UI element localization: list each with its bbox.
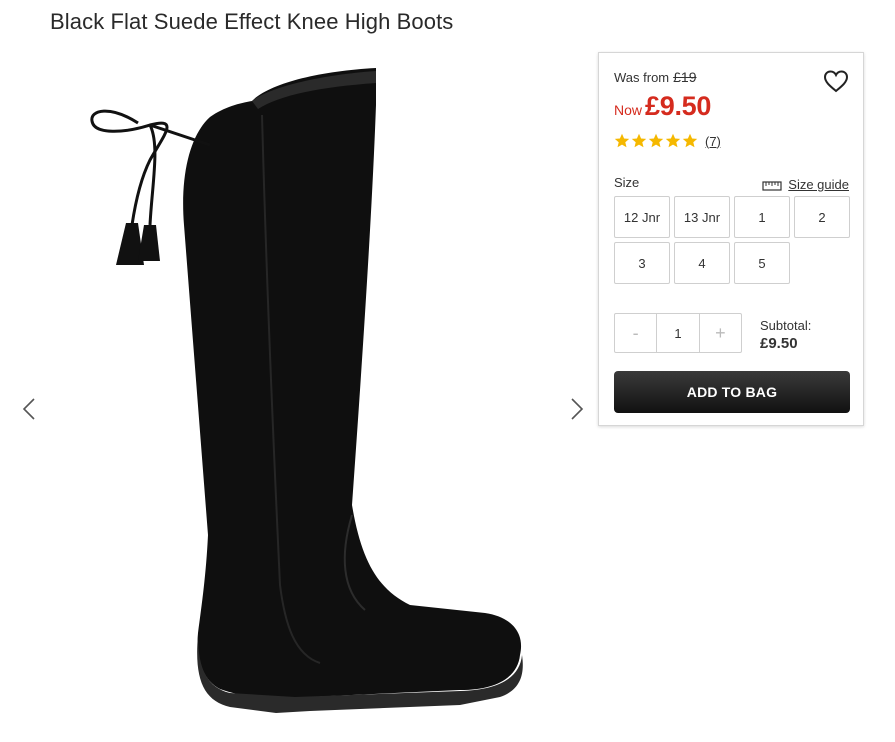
- rating: (7): [614, 133, 721, 149]
- now-value: £9.50: [645, 91, 712, 121]
- was-price: Was from £19: [614, 69, 697, 85]
- now-price: Now £9.50: [614, 91, 711, 122]
- size-option-3[interactable]: 3: [614, 242, 670, 284]
- size-guide-link[interactable]: Size guide: [762, 177, 849, 192]
- subtotal-label: Subtotal:: [760, 318, 812, 333]
- review-count-link[interactable]: (7): [705, 134, 721, 149]
- size-option-1[interactable]: 1: [734, 196, 790, 238]
- size-option-2[interactable]: 2: [794, 196, 850, 238]
- subtotal: Subtotal: £9.50: [760, 317, 811, 353]
- chevron-right-icon: [571, 398, 584, 420]
- now-label: Now: [614, 102, 643, 118]
- was-label: Was from: [614, 70, 670, 85]
- size-options: 12 Jnr 13 Jnr 1 2 3 4 5: [614, 196, 852, 284]
- quantity-stepper: - 1 +: [614, 313, 742, 353]
- size-guide-label: Size guide: [788, 177, 849, 192]
- quantity-increase-button[interactable]: +: [700, 314, 741, 352]
- size-option-5[interactable]: 5: [734, 242, 790, 284]
- boot-product-image: [90, 68, 523, 713]
- subtotal-value: £9.50: [760, 335, 798, 352]
- gallery-next-button[interactable]: [562, 389, 592, 429]
- quantity-value[interactable]: 1: [656, 314, 700, 352]
- purchase-panel: Was from £19 Now £9.50 (7) Size Size guide…: [598, 52, 864, 426]
- chevron-left-icon: [22, 398, 35, 420]
- was-value: £19: [673, 69, 697, 85]
- gallery-prev-button[interactable]: [14, 389, 44, 429]
- star-icon: [682, 133, 698, 148]
- heart-icon[interactable]: [823, 69, 849, 95]
- quantity-decrease-button[interactable]: -: [615, 314, 656, 352]
- size-option-4[interactable]: 4: [674, 242, 730, 284]
- star-rating: [614, 133, 698, 149]
- product-title: Black Flat Suede Effect Knee High Boots: [50, 9, 454, 34]
- star-icon: [665, 133, 681, 148]
- product-image-gallery: [0, 50, 598, 742]
- ruler-icon: [762, 180, 782, 191]
- size-option-12-jnr[interactable]: 12 Jnr: [614, 196, 670, 238]
- add-to-bag-button[interactable]: ADD TO BAG: [614, 371, 850, 413]
- size-option-13-jnr[interactable]: 13 Jnr: [674, 196, 730, 238]
- size-label: Size: [614, 175, 640, 190]
- star-icon: [614, 133, 630, 148]
- star-icon: [631, 133, 647, 148]
- star-icon: [648, 133, 664, 148]
